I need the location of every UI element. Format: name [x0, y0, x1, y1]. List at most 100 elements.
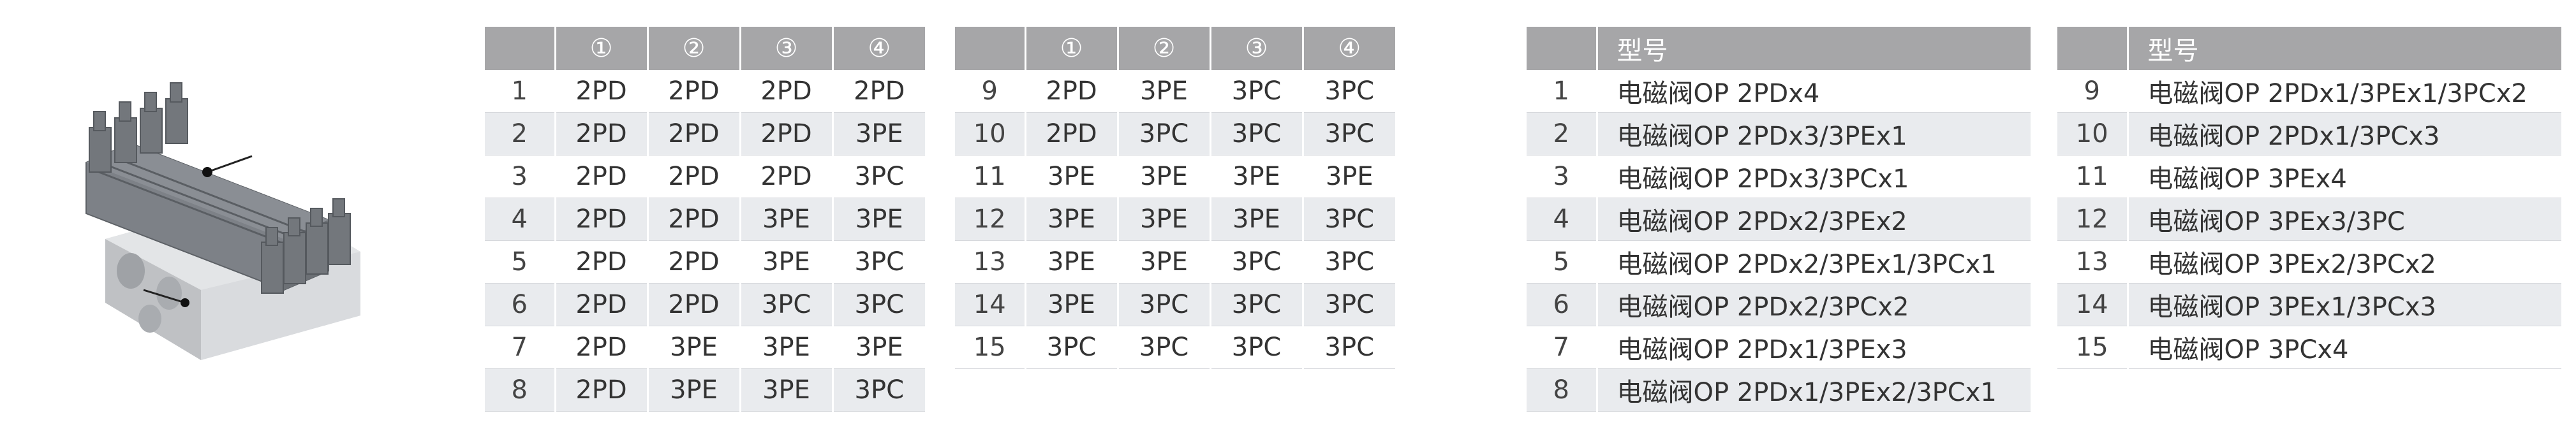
cell-value: 2PD	[554, 70, 648, 113]
header-position-3: ③	[739, 27, 833, 70]
cell-value: 2PD	[646, 283, 740, 326]
cell-value: 2PD	[831, 70, 925, 113]
solenoid-valve-manifold-icon	[85, 82, 360, 360]
header-position-4: ④	[831, 27, 925, 70]
cell-value: 3PE	[831, 112, 925, 156]
table-row: 10 电磁阀OP 2PDx1/3PCx3	[2057, 112, 2561, 156]
table-row: 13 3PE 3PE 3PC 3PC	[955, 240, 1395, 284]
table-row: 7 2PD 3PE 3PE 3PE	[485, 326, 925, 369]
cell-value: 2PD	[554, 326, 648, 369]
cell-value: 3PC	[1301, 283, 1395, 326]
row-index: 3	[485, 155, 555, 198]
table-row: 1 2PD 2PD 2PD 2PD	[485, 70, 925, 113]
row-index: 14	[955, 283, 1025, 326]
header-position-3: ③	[1209, 27, 1303, 70]
table-row: 11 3PE 3PE 3PE 3PE	[955, 155, 1395, 198]
cell-value: 2PD	[646, 240, 740, 284]
table-row: 3 电磁阀OP 2PDx3/3PCx1	[1527, 155, 2031, 198]
table-row: 14 电磁阀OP 3PEx1/3PCx3	[2057, 283, 2561, 326]
row-index: 12	[2057, 198, 2128, 241]
cell-value: 2PD	[646, 112, 740, 156]
cell-value: 3PC	[1116, 283, 1210, 326]
cell-value: 3PC	[1209, 240, 1303, 284]
header-position-1: ①	[1024, 27, 1118, 70]
model-name: 电磁阀OP 2PDx3/3PCx1	[1595, 155, 2031, 198]
cell-value: 2PD	[739, 70, 833, 113]
config-table-9-15: ① ② ③ ④ 9 2PD 3PE 3PC 3PC 10 2PD 3PC 3PC 3PC 11 3…	[955, 27, 1395, 369]
row-index: 5	[1527, 240, 1597, 284]
row-index: 6	[485, 283, 555, 326]
cell-value: 3PC	[1301, 112, 1395, 156]
header-position-1: ①	[554, 27, 648, 70]
cell-value: 3PC	[1209, 112, 1303, 156]
model-name: 电磁阀OP 3PEx1/3PCx3	[2126, 283, 2561, 326]
row-index: 4	[1527, 198, 1597, 241]
model-name: 电磁阀OP 3PCx4	[2126, 326, 2561, 369]
model-name: 电磁阀OP 2PDx1/3PEx1/3PCx2	[2126, 70, 2561, 113]
cell-value: 3PE	[739, 326, 833, 369]
row-index: 3	[1527, 155, 1597, 198]
table-row: 4 2PD 2PD 3PE 3PE	[485, 198, 925, 241]
row-index: 15	[2057, 326, 2128, 369]
cell-value: 3PC	[1116, 112, 1210, 156]
cell-value: 2PD	[554, 240, 648, 284]
cell-value: 2PD	[1024, 70, 1118, 113]
row-index: 14	[2057, 283, 2128, 326]
row-index: 7	[485, 326, 555, 369]
cell-value: 3PC	[1301, 70, 1395, 113]
table-row: 7 电磁阀OP 2PDx1/3PEx3	[1527, 326, 2031, 369]
header-position-4: ④	[1301, 27, 1395, 70]
table-row: 1 电磁阀OP 2PDx4	[1527, 70, 2031, 113]
cell-value: 3PE	[1301, 155, 1395, 198]
table-row: 13 电磁阀OP 3PEx2/3PCx2	[2057, 240, 2561, 284]
cell-value: 3PE	[1116, 240, 1210, 284]
table-row: 4 电磁阀OP 2PDx2/3PEx2	[1527, 198, 2031, 241]
model-name: 电磁阀OP 2PDx4	[1595, 70, 2031, 113]
cell-value: 2PD	[1024, 112, 1118, 156]
header-index	[2057, 27, 2128, 70]
table-row: 10 2PD 3PC 3PC 3PC	[955, 112, 1395, 156]
header-position-2: ②	[646, 27, 740, 70]
cell-value: 3PC	[831, 155, 925, 198]
table-row: 2 电磁阀OP 2PDx3/3PEx1	[1527, 112, 2031, 156]
model-name: 电磁阀OP 2PDx3/3PEx1	[1595, 112, 2031, 156]
cell-value: 3PE	[1116, 198, 1210, 241]
row-index: 11	[955, 155, 1025, 198]
cell-value: 3PE	[739, 368, 833, 412]
row-index: 6	[1527, 283, 1597, 326]
model-name: 电磁阀OP 2PDx2/3PCx2	[1595, 283, 2031, 326]
table-row: 9 电磁阀OP 2PDx1/3PEx1/3PCx2	[2057, 70, 2561, 113]
row-index: 8	[485, 368, 555, 412]
cell-value: 3PC	[831, 283, 925, 326]
cell-value: 3PE	[646, 326, 740, 369]
config-table-1-8: ① ② ③ ④ 1 2PD 2PD 2PD 2PD 2 2PD 2PD 2PD 3PE 3 2PD…	[485, 27, 925, 412]
cell-value: 3PE	[1209, 198, 1303, 241]
table-row: 12 电磁阀OP 3PEx3/3PC	[2057, 198, 2561, 241]
row-index: 1	[485, 70, 555, 113]
cell-value: 2PD	[554, 368, 648, 412]
row-index: 9	[2057, 70, 2128, 113]
row-index: 2	[485, 112, 555, 156]
header-model: 型号	[1595, 27, 2031, 70]
cell-value: 3PC	[1301, 240, 1395, 284]
cell-value: 2PD	[554, 112, 648, 156]
model-name: 电磁阀OP 3PEx3/3PC	[2126, 198, 2561, 241]
cell-value: 3PE	[739, 240, 833, 284]
row-index: 13	[2057, 240, 2128, 284]
row-index: 2	[1527, 112, 1597, 156]
table-row: 15 3PC 3PC 3PC 3PC	[955, 326, 1395, 369]
table-row: 14 3PE 3PC 3PC 3PC	[955, 283, 1395, 326]
table-row: 5 2PD 2PD 3PE 3PC	[485, 240, 925, 284]
cell-value: 3PC	[831, 240, 925, 284]
cell-value: 3PE	[1024, 155, 1118, 198]
table-row: 2 2PD 2PD 2PD 3PE	[485, 112, 925, 156]
table-row: 11 电磁阀OP 3PEx4	[2057, 155, 2561, 198]
row-index: 13	[955, 240, 1025, 284]
header-index	[485, 27, 555, 70]
cell-value: 3PC	[831, 368, 925, 412]
cell-value: 2PD	[646, 70, 740, 113]
cell-value: 3PC	[1301, 326, 1395, 369]
cell-value: 3PE	[1116, 70, 1210, 113]
cell-value: 3PC	[739, 283, 833, 326]
table-row: 9 2PD 3PE 3PC 3PC	[955, 70, 1395, 113]
